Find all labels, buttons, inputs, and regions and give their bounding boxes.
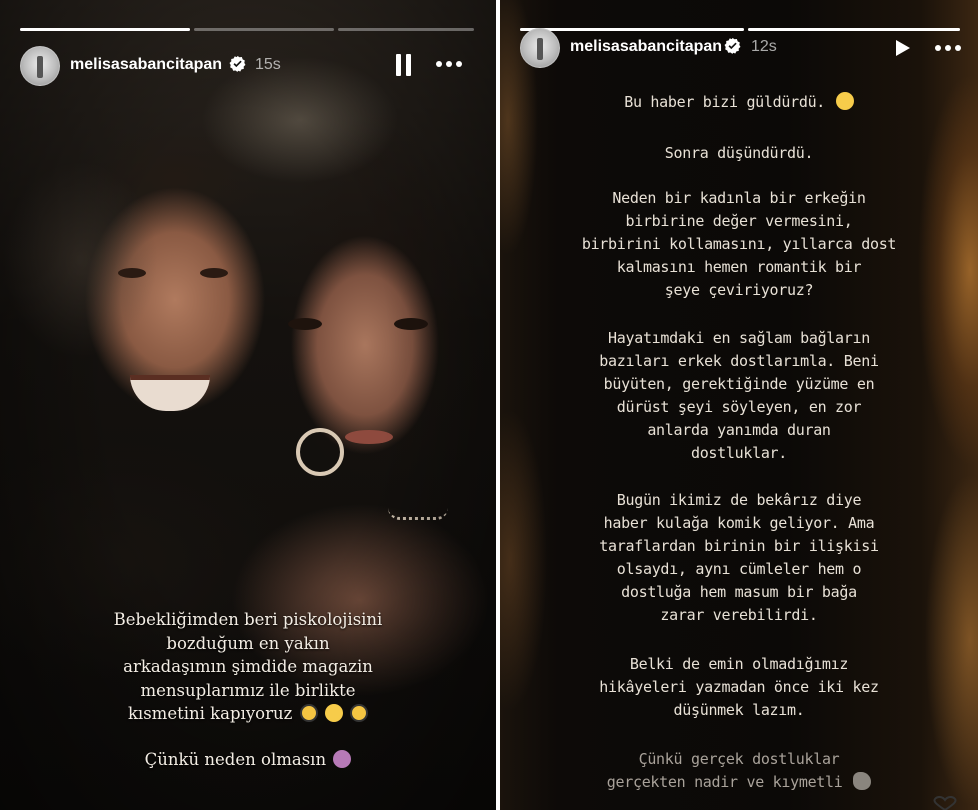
story-line: birbirini kollamasını, yıllarca dost: [581, 235, 897, 253]
story-paragraph: Bugün ikimiz de bekârız diye haber kulağ…: [560, 489, 918, 627]
story-caption-secondary: Çünkü neden olmasın: [0, 748, 496, 772]
verified-badge-icon: [724, 37, 741, 54]
story-line: dostluklar.: [690, 444, 788, 462]
woman-shrugging-icon: [333, 750, 352, 768]
avatar[interactable]: [520, 28, 560, 68]
story-line: Belki de emin olmadığımız: [629, 655, 849, 673]
story-header: melisasabancitapan 15s: [0, 44, 496, 88]
story-timestamp: 12s: [751, 38, 777, 55]
nerd-face-icon: [299, 704, 318, 722]
more-horizontal-icon[interactable]: [435, 58, 463, 70]
nerd-face-icon: [350, 704, 369, 722]
story-panel-right[interactable]: melisasabancitapan 12s Bu haber bizi gül…: [500, 0, 978, 810]
grinning-face-icon: [835, 92, 854, 110]
story-panel-left[interactable]: melisasabancitapan 15s Bebekliğimden ber…: [0, 0, 496, 810]
dove-icon: [853, 772, 872, 790]
story-line: birbirine değer vermesini,: [625, 212, 853, 230]
story-line-text: gerçekten nadir ve kıymetli: [606, 773, 843, 791]
story-paragraph: Çünkü gerçek dostluklar gerçekten nadir …: [560, 748, 918, 794]
story-line: olsaydı, aynı cümleler hem o: [616, 560, 862, 578]
story-line: taraflardan birinin bir ilişkisi: [599, 537, 879, 555]
caption-line: mensuplarımız ile birlikte: [140, 680, 356, 700]
story-line: şeye çeviriyoruz?: [664, 281, 814, 299]
story-paragraph: Bu haber bizi güldürdü.: [560, 91, 918, 114]
play-icon[interactable]: [892, 38, 912, 58]
story-line: anlarda yanımda duran: [647, 421, 831, 439]
story-line: zarar verebilirdi.: [660, 606, 818, 624]
caption-line-text: kısmetini kapıyoruz: [127, 704, 293, 723]
caption-line: Bebekliğimden beri piskolojisini: [113, 610, 383, 629]
story-header: melisasabancitapan 12s: [500, 26, 978, 70]
username[interactable]: melisasabancitapan: [70, 56, 222, 74]
story-line: gerçekten nadir ve kıymetli: [560, 771, 918, 794]
caption-line: kısmetini kapıyoruz: [0, 702, 496, 726]
pause-icon[interactable]: [393, 52, 415, 78]
story-line: bazıları erkek dostlarımla. Beni: [599, 352, 879, 370]
story-line: hikâyeleri yazmadan önce iki kez: [599, 678, 879, 696]
story-progress-bar: [194, 28, 334, 31]
caption-line: arkadaşımın şimdide magazin: [123, 657, 373, 676]
heart-icon[interactable]: [930, 796, 960, 810]
story-line: Çünkü gerçek dostluklar: [638, 750, 840, 768]
story-progress-bar: [338, 28, 474, 31]
story-line: haber kulağa komik geliyor. Ama: [603, 514, 875, 532]
story-line: büyüten, gerektiğinde yüzüme en: [603, 375, 875, 393]
story-progress-bar: [20, 28, 190, 31]
story-timestamp: 15s: [255, 56, 281, 73]
more-horizontal-icon[interactable]: [934, 42, 962, 54]
story-line: düşünmek lazım.: [673, 701, 805, 719]
story-caption: Bebekliğimden beri piskolojisini bozduğu…: [0, 608, 496, 726]
verified-badge-icon: [229, 55, 246, 72]
story-paragraph: Belki de emin olmadığımız hikâyeleri yaz…: [560, 653, 918, 722]
story-line: Neden bir kadınla bir erkeğin: [612, 189, 866, 207]
story-line: Bu haber bizi güldürdü.: [624, 93, 826, 111]
username[interactable]: melisasabancitapan: [570, 38, 722, 56]
story-paragraph: Hayatımdaki en sağlam bağların bazıları …: [560, 327, 918, 465]
story-paragraph: Sonra düşündürdü.: [560, 142, 918, 165]
caption-line: bozduğum en yakın: [166, 633, 330, 653]
story-line: dürüst şeyi söyleyen, en zor: [616, 398, 862, 416]
story-line: Sonra düşündürdü.: [664, 144, 814, 162]
grinning-face-icon: [324, 704, 343, 722]
story-line: kalmasını hemen romantik bir: [616, 258, 862, 276]
story-paragraph: Neden bir kadınla bir erkeğin birbirine …: [560, 187, 918, 302]
story-line: Hayatımdaki en sağlam bağların: [608, 329, 870, 347]
story-line: Bugün ikimiz de bekârız diye: [616, 491, 862, 509]
story-line: dostluğa hem masum bir bağa: [621, 583, 857, 601]
avatar[interactable]: [20, 46, 60, 86]
caption-line-text: Çünkü neden olmasın: [144, 750, 327, 769]
